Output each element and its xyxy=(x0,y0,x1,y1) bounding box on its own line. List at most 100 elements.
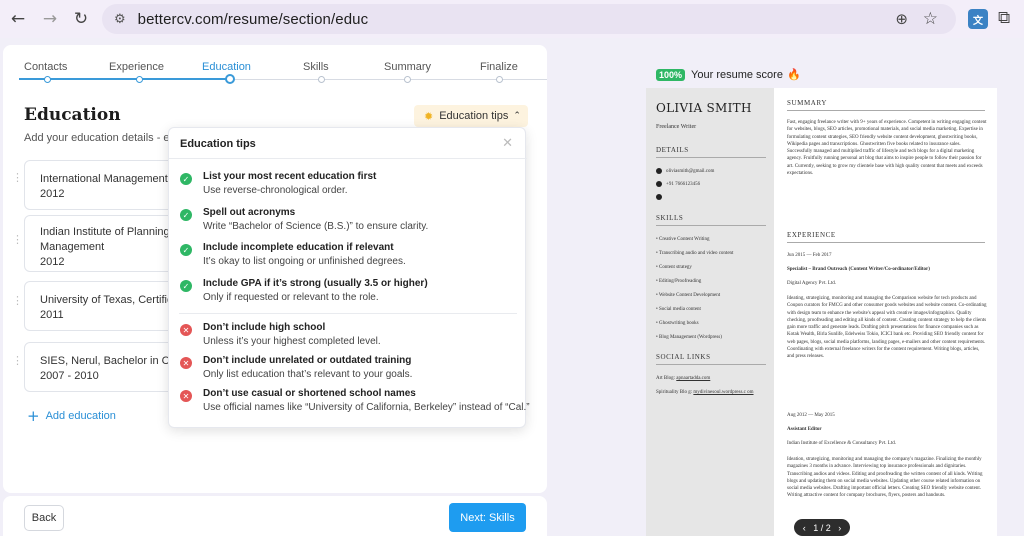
job-title: Specialist – Brand Outreach (Content Wri… xyxy=(787,267,930,272)
check-circle-icon: ✓ xyxy=(180,209,192,221)
translate-extension-icon[interactable]: 文 xyxy=(968,9,988,29)
tips-title: Education tips xyxy=(180,138,256,150)
page-navigator: ‹ 1 / 2 › xyxy=(794,519,850,536)
step-dot-skills xyxy=(318,76,325,83)
resume-social-link: Spirituality Blo g: mydivinesoul.wordpre… xyxy=(656,390,771,395)
education-entry-title: University of Texas, Certifica xyxy=(40,294,174,306)
resume-skills-heading: SKILLS xyxy=(656,214,684,222)
divider xyxy=(787,242,985,243)
page-title: Education xyxy=(24,105,121,125)
education-entry-date: 2012 xyxy=(40,256,65,268)
step-education[interactable]: Education xyxy=(202,61,251,73)
resume-phone: +91 7666123456 xyxy=(656,181,700,187)
education-entry[interactable]: SIES, Nerul, Bachelor in Con 2007 - 2010 xyxy=(24,342,174,392)
step-summary[interactable]: Summary xyxy=(384,61,431,73)
step-dot-finalize xyxy=(496,76,503,83)
divider xyxy=(656,157,766,158)
step-finalize[interactable]: Finalize xyxy=(480,61,518,73)
education-entry-title: SIES, Nerul, Bachelor in Con xyxy=(40,355,174,367)
education-entry-title: International Management I xyxy=(40,173,174,185)
education-tips-button[interactable]: ✹ Education tips ⌃ xyxy=(414,105,528,127)
add-education-label: Add education xyxy=(45,410,116,422)
extensions-puzzle-icon[interactable]: ⧉ xyxy=(998,8,1010,28)
job-company: Digital Agency Pvt. Ltd. xyxy=(787,281,837,286)
job-company: Indian Institute of Excellence & Consult… xyxy=(787,441,897,446)
education-entry[interactable]: International Management I 2012 xyxy=(24,160,174,210)
score-badge: 100% xyxy=(656,68,686,81)
tip-description: Use reverse-chronological order. xyxy=(203,185,348,196)
page-indicator: 1 / 2 xyxy=(813,522,831,533)
step-experience[interactable]: Experience xyxy=(109,61,164,73)
education-entry-title: Indian Institute of Planning a xyxy=(40,226,174,238)
job-dates: Jun 2015 — Feb 2017 xyxy=(787,253,832,258)
x-circle-icon: ✕ xyxy=(180,357,192,369)
plus-icon: + xyxy=(27,407,40,425)
social-link[interactable]: apnaartadda.com xyxy=(676,376,710,381)
tip-heading: Include incomplete education if relevant xyxy=(203,242,394,253)
resume-skill: • Ghostwriting books xyxy=(656,321,699,326)
tip-description: It’s okay to list ongoing or unfinished … xyxy=(203,256,406,267)
resume-skill: • Editing/Proofreading xyxy=(656,279,702,284)
divider xyxy=(656,225,766,226)
x-circle-icon: ✕ xyxy=(180,324,192,336)
resume-skill: • Content strategy xyxy=(656,265,692,270)
tip-heading: List your most recent education first xyxy=(203,171,377,182)
divider xyxy=(656,364,766,365)
resume-phone-text: +91 7666123456 xyxy=(666,182,701,188)
step-dot-experience xyxy=(136,76,143,83)
resume-location xyxy=(656,194,666,200)
address-bar[interactable]: ⚙ bettercv.com/resume/section/educ ⊕ ☆ xyxy=(102,4,956,34)
score-label: Your resume score xyxy=(691,68,783,81)
tip-description: Use official names like “University of C… xyxy=(203,402,530,413)
resume-skill: • Creative Content Writing xyxy=(656,237,710,242)
resume-email: oliviasmith@gmail.com xyxy=(656,168,714,174)
education-entry-date: 2011 xyxy=(40,309,64,321)
education-tips-label: Education tips xyxy=(439,110,509,122)
close-icon[interactable]: ✕ xyxy=(502,136,513,151)
step-skills[interactable]: Skills xyxy=(303,61,329,73)
step-dot-summary xyxy=(404,76,411,83)
social-link[interactable]: mydivinesoul.wordpress.c om xyxy=(693,390,753,395)
next-page-icon[interactable]: › xyxy=(838,523,841,533)
resume-social-heading: SOCIAL LINKS xyxy=(656,353,711,361)
resume-role: Freelance Writer xyxy=(656,124,697,130)
divider xyxy=(179,313,517,314)
tip-heading: Don’t use casual or shortened school nam… xyxy=(203,388,416,399)
mail-icon xyxy=(656,168,662,174)
resume-summary-heading: SUMMARY xyxy=(787,99,827,107)
step-dot-education xyxy=(225,74,235,84)
resume-email-text: oliviasmith@gmail.com xyxy=(666,169,715,175)
job-description: Ideating, strategizing, monitoring and m… xyxy=(787,296,987,360)
footer-actions: Back Next: Skills xyxy=(3,496,547,536)
lightbulb-icon: ✹ xyxy=(424,109,434,123)
divider xyxy=(787,110,985,111)
next-skills-button[interactable]: Next: Skills xyxy=(449,503,526,532)
social-label: Art Blog: xyxy=(656,376,676,381)
job-description: Ideation, strategizing, monitoring and m… xyxy=(787,457,983,499)
check-circle-icon: ✓ xyxy=(180,173,192,185)
back-arrow-icon[interactable]: ← xyxy=(8,9,28,29)
education-entry[interactable]: Indian Institute of Planning a Managemen… xyxy=(24,215,174,272)
prev-page-icon[interactable]: ‹ xyxy=(803,523,806,533)
social-label: Spirituality Blo g: xyxy=(656,390,693,395)
education-entry-date: 2012 xyxy=(40,188,65,200)
zoom-icon[interactable]: ⊕ xyxy=(895,10,908,28)
education-entry[interactable]: University of Texas, Certifica 2011 xyxy=(24,281,174,331)
tip-description: Only list education that’s relevant to y… xyxy=(203,369,413,380)
forward-arrow-icon[interactable]: → xyxy=(40,9,60,29)
job-title: Assistant Editor xyxy=(787,427,822,432)
add-education-button[interactable]: + Add education xyxy=(27,407,116,425)
tip-description: Unless it’s your highest completed level… xyxy=(203,336,381,347)
reload-icon[interactable]: ↻ xyxy=(71,9,91,29)
resume-preview[interactable]: OLIVIA SMITH Freelance Writer DETAILS ol… xyxy=(646,88,997,536)
fire-icon: 🔥 xyxy=(786,68,801,81)
education-tips-popup: Education tips ✕ ✓ List your most recent… xyxy=(168,127,530,428)
back-button[interactable]: Back xyxy=(24,505,64,531)
site-settings-icon[interactable]: ⚙ xyxy=(114,12,126,27)
step-contacts[interactable]: Contacts xyxy=(24,61,67,73)
check-circle-icon: ✓ xyxy=(180,280,192,292)
chevron-up-icon: ⌃ xyxy=(513,111,521,121)
url-text[interactable]: bettercv.com/resume/section/educ xyxy=(138,11,369,28)
bookmark-star-icon[interactable]: ☆ xyxy=(923,9,938,29)
phone-icon xyxy=(656,181,662,187)
